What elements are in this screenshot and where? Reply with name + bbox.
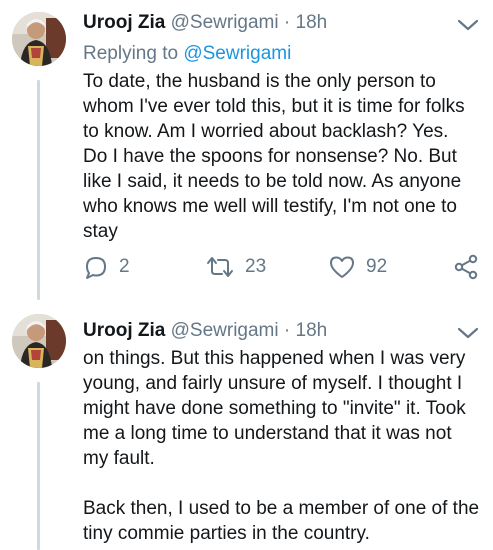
share-icon [453, 254, 479, 280]
thread-line [37, 80, 40, 300]
tweet-text: on things. But this happened when I was … [83, 348, 480, 544]
retweet-button[interactable]: 23 [205, 254, 266, 280]
tweet[interactable]: Urooj Zia @Sewrigami · 18h Replying to @… [0, 0, 493, 300]
like-button[interactable]: 92 [328, 254, 387, 280]
like-count: 92 [366, 256, 388, 277]
separator-dot: · [283, 320, 291, 341]
reply-icon [83, 254, 109, 280]
replying-to-handle[interactable]: @Sewrigami [183, 43, 291, 64]
replying-to: Replying to @Sewrigami [83, 42, 291, 66]
reply-count: 2 [119, 256, 130, 277]
reply-button[interactable]: 2 [83, 254, 130, 280]
retweet-icon [205, 254, 235, 280]
avatar[interactable] [12, 12, 66, 66]
thread-line [37, 382, 40, 550]
tweet-text: To date, the husband is the only person … [83, 71, 465, 242]
tweet-actions: 2 23 92 [83, 254, 483, 282]
author-name[interactable]: Urooj Zia [83, 320, 165, 341]
share-button[interactable] [453, 254, 479, 280]
author-handle[interactable]: @Sewrigami [171, 320, 279, 341]
author-handle[interactable]: @Sewrigami [171, 12, 279, 33]
retweet-count: 23 [245, 256, 267, 277]
author-name[interactable]: Urooj Zia [83, 12, 165, 33]
chevron-down-icon[interactable] [457, 326, 479, 340]
timestamp[interactable]: 18h [296, 12, 328, 33]
tweet[interactable]: Urooj Zia @Sewrigami · 18h on things. Bu… [0, 300, 493, 550]
tweet-header: Urooj Zia @Sewrigami · 18h [83, 319, 327, 343]
tweet-header: Urooj Zia @Sewrigami · 18h [83, 11, 327, 35]
avatar[interactable] [12, 314, 66, 368]
timestamp[interactable]: 18h [296, 320, 328, 341]
replying-to-prefix: Replying to [83, 43, 184, 64]
separator-dot: · [283, 12, 291, 33]
chevron-down-icon[interactable] [457, 18, 479, 32]
heart-icon [328, 254, 356, 280]
